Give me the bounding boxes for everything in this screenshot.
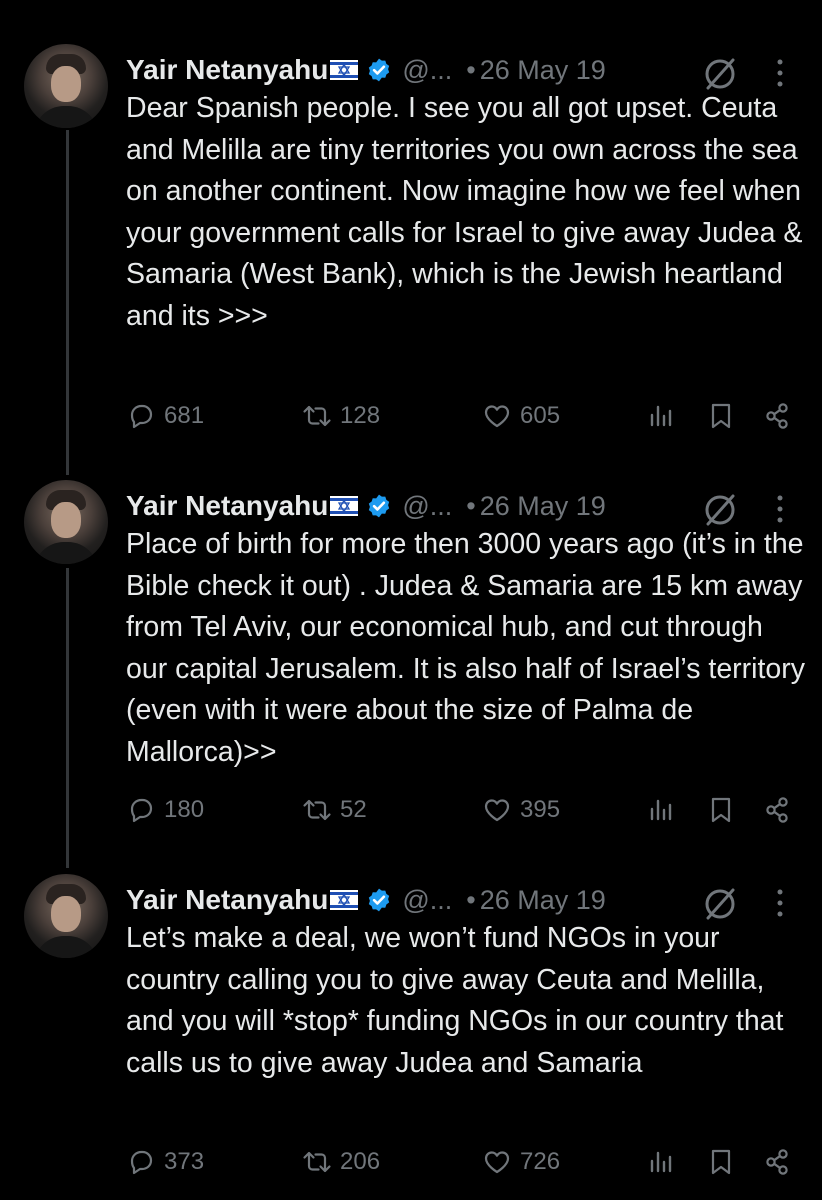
retweet-button[interactable]: 128 [302,396,380,436]
views-button[interactable] [646,790,676,830]
like-count: 395 [520,796,561,823]
tweet-header: Yair Netanyahu @... • 26 May 19 [126,50,606,90]
share-button[interactable] [762,790,792,830]
like-button[interactable]: 395 [482,790,560,830]
tweet-text: Let’s make a deal, we won’t fund NGOs in… [126,922,784,1079]
reply-count: 681 [164,402,205,429]
avatar[interactable] [24,480,108,564]
verified-badge-icon [369,58,390,82]
bookmark-icon [711,1149,731,1175]
bookmark-icon [711,797,731,823]
bookmark-button[interactable] [706,396,736,436]
tweet[interactable]: Yair Netanyahu @... • 26 May 19 Let’s ma… [0,874,822,1194]
tweet-header: Yair Netanyahu @... • 26 May 19 [126,486,606,526]
share-icon [766,797,788,823]
retweet-count: 128 [340,402,381,429]
reply-button[interactable]: 681 [126,396,204,436]
verified-badge-icon [369,888,390,912]
retweet-count: 52 [340,796,367,823]
author-handle[interactable]: @... [402,55,452,86]
like-icon [484,1151,510,1174]
tweet-actions: 373 206 726 [126,1142,806,1182]
separator-dot: • [466,54,476,85]
author-handle[interactable]: @... [402,491,452,522]
share-icon [766,1149,788,1175]
retweet-count: 206 [340,1148,381,1175]
share-button[interactable] [762,396,792,436]
tweet-date[interactable]: 26 May 19 [480,885,606,916]
like-icon [484,405,510,428]
like-count: 605 [520,402,561,429]
retweet-button[interactable]: 52 [302,790,367,830]
views-icon [650,405,672,427]
author-name[interactable]: Yair Netanyahu [126,54,328,86]
reply-count: 180 [164,796,205,823]
tweet[interactable]: Yair Netanyahu @... • 26 May 19 Dear Spa… [0,44,822,444]
reply-icon [130,1150,153,1175]
retweet-button[interactable]: 206 [302,1142,380,1182]
reply-count: 373 [164,1148,205,1175]
like-count: 726 [520,1148,561,1175]
reply-button[interactable]: 180 [126,790,204,830]
tweet-date[interactable]: 26 May 19 [480,491,606,522]
more-icon[interactable] [768,886,792,920]
more-icon[interactable] [768,492,792,526]
tweet-actions: 681 128 605 [126,396,806,436]
tweet-text: Dear Spanish people. I see you all got u… [126,92,803,332]
separator-dot: • [466,884,476,915]
bookmark-icon [711,403,731,429]
bookmark-button[interactable] [706,1142,736,1182]
avatar[interactable] [24,874,108,958]
more-icon[interactable] [768,56,792,90]
author-name[interactable]: Yair Netanyahu [126,884,328,916]
views-icon [650,799,672,821]
share-button[interactable] [762,1142,792,1182]
like-button[interactable]: 605 [482,396,560,436]
reply-button[interactable]: 373 [126,1142,204,1182]
tweet-header: Yair Netanyahu @... • 26 May 19 [126,880,606,920]
reply-icon [130,404,153,429]
like-button[interactable]: 726 [482,1142,560,1182]
separator-dot: • [466,490,476,521]
retweet-icon [303,1151,331,1173]
bookmark-button[interactable] [706,790,736,830]
israel-flag-icon [330,890,359,910]
share-icon [766,403,788,429]
reply-icon [130,798,153,823]
like-icon [484,799,510,822]
tweet[interactable]: Yair Netanyahu @... • 26 May 19 Place of… [0,480,822,840]
avatar[interactable] [24,44,108,128]
israel-flag-icon [330,496,359,516]
tweet-text: Place of birth for more then 3000 years … [126,528,805,768]
israel-flag-icon [330,60,359,80]
tweet-actions: 180 52 395 [126,790,806,830]
retweet-icon [303,799,331,821]
verified-badge-icon [369,494,390,518]
retweet-icon [303,405,331,427]
views-button[interactable] [646,396,676,436]
views-icon [650,1151,672,1173]
author-name[interactable]: Yair Netanyahu [126,490,328,522]
author-handle[interactable]: @... [402,885,452,916]
tweet-date[interactable]: 26 May 19 [480,55,606,86]
views-button[interactable] [646,1142,676,1182]
